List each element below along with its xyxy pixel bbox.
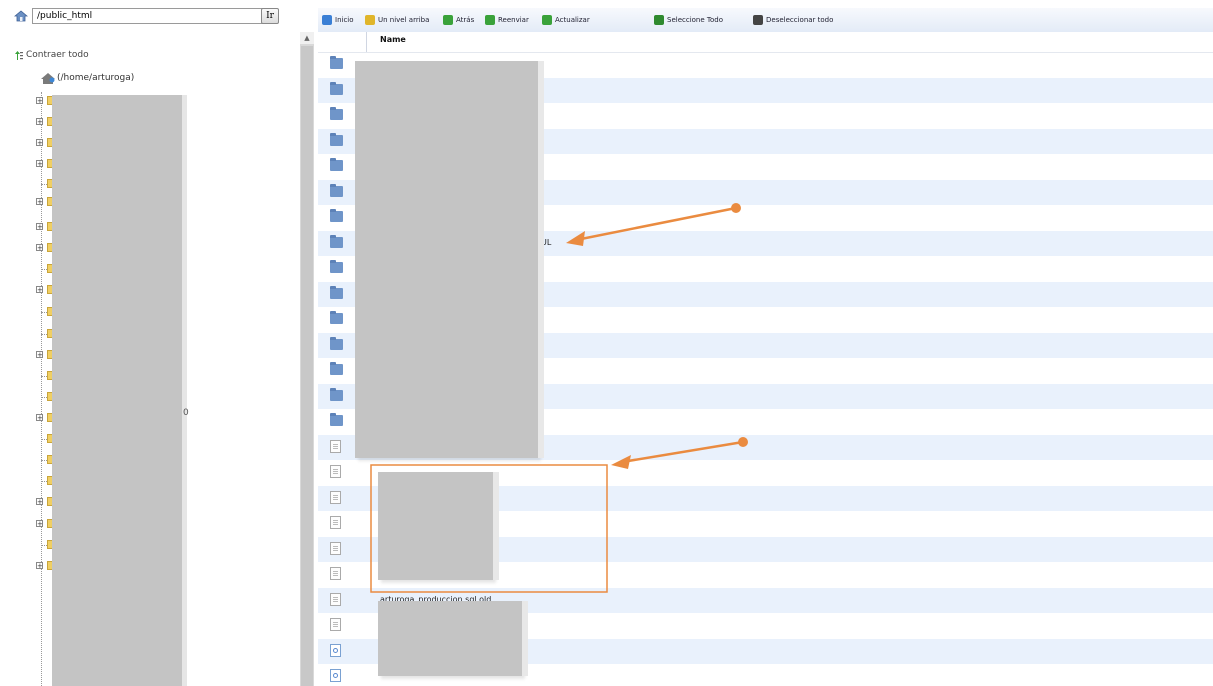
folder-icon <box>330 413 343 426</box>
collapse-all-label: Contraer todo <box>26 50 89 60</box>
folder-icon <box>330 362 343 375</box>
scrollbar-thumb[interactable] <box>301 46 313 686</box>
redacted-file-names-lower <box>378 601 528 676</box>
redacted-folder-names <box>355 61 544 458</box>
up-one-level-label: Un nivel arriba <box>378 16 430 24</box>
folder-icon <box>330 183 343 197</box>
select-all-label: Seleccione Todo <box>667 16 723 24</box>
column-separator <box>366 32 367 52</box>
tree-stray-text: 0 <box>183 408 189 418</box>
file-icon <box>330 592 341 606</box>
folder-icon <box>330 311 343 324</box>
file-list-header: Name <box>318 32 1213 53</box>
folder-icon <box>330 285 343 299</box>
folder-icon <box>330 336 343 350</box>
expand-toggle-icon[interactable]: + <box>36 562 43 570</box>
home-button[interactable]: Inicio <box>322 14 354 26</box>
expand-toggle-icon[interactable]: + <box>36 351 43 359</box>
select-all-button[interactable]: Seleccione Todo <box>654 14 723 26</box>
tree-root-label: (/home/arturoga) <box>57 73 135 83</box>
forward-label: Reenviar <box>498 16 529 24</box>
expand-toggle-icon[interactable]: + <box>36 244 43 252</box>
file-icon <box>330 439 341 453</box>
expand-toggle-icon[interactable]: + <box>36 520 43 528</box>
home-icon[interactable] <box>14 10 28 22</box>
file-toolbar: Inicio Un nivel arriba Atrás Reenviar Ac… <box>318 8 1213 32</box>
file-icon <box>330 618 341 631</box>
scroll-up-arrow-icon[interactable]: ▲ <box>300 32 314 44</box>
uncheck-all-icon <box>753 15 763 25</box>
web-file-icon <box>330 643 341 657</box>
file-list-panel: Name UL arturoga_produccion.sql.old <box>318 32 1213 686</box>
folder-icon <box>330 260 343 273</box>
folder-icon <box>330 81 343 95</box>
refresh-button[interactable]: Actualizar <box>542 14 590 26</box>
expand-toggle-icon[interactable]: + <box>36 498 43 506</box>
folder-icon <box>330 234 343 248</box>
refresh-label: Actualizar <box>555 16 590 24</box>
file-icon <box>330 516 341 529</box>
name-column-header[interactable]: Name <box>380 35 406 44</box>
directory-tree-panel: /public_html Ir Contraer todo (/home/art… <box>0 0 300 686</box>
home-icon <box>322 15 332 25</box>
back-label: Atrás <box>456 16 475 24</box>
redacted-file-names <box>378 472 499 580</box>
home-label: Inicio <box>335 16 354 24</box>
path-input[interactable]: /public_html <box>32 8 268 24</box>
redacted-tree-labels <box>52 95 187 686</box>
up-one-level-button[interactable]: Un nivel arriba <box>365 14 429 26</box>
expand-toggle-icon[interactable]: + <box>36 286 43 294</box>
home-folder-icon <box>40 72 55 84</box>
expand-toggle-icon[interactable]: + <box>36 97 43 105</box>
forward-button[interactable]: Reenviar <box>485 14 529 26</box>
expand-toggle-icon[interactable]: + <box>36 160 43 168</box>
expand-toggle-icon[interactable]: + <box>36 223 43 231</box>
go-button[interactable]: Ir <box>261 8 279 24</box>
file-icon <box>330 490 341 504</box>
expand-toggle-icon[interactable]: + <box>36 414 43 422</box>
web-file-icon <box>330 669 341 682</box>
folder-up-icon <box>365 15 375 25</box>
file-icon <box>330 541 341 555</box>
folder-icon <box>330 387 343 401</box>
folder-icon <box>330 107 343 120</box>
folder-icon <box>330 56 343 69</box>
file-icon <box>330 567 341 580</box>
collapse-tree-icon <box>14 50 24 64</box>
folder-icon <box>330 158 343 171</box>
check-all-icon <box>654 15 664 25</box>
arrow-left-icon <box>443 15 453 25</box>
deselect-all-button[interactable]: Deseleccionar todo <box>753 14 833 26</box>
file-icon <box>330 465 341 478</box>
deselect-all-label: Deseleccionar todo <box>766 16 834 24</box>
back-button[interactable]: Atrás <box>443 14 474 26</box>
folder-icon <box>330 209 343 222</box>
folder-icon <box>330 132 343 146</box>
arrow-right-icon <box>485 15 495 25</box>
expand-toggle-icon[interactable]: + <box>36 139 43 147</box>
tree-scrollbar[interactable]: ▲ <box>300 32 314 686</box>
refresh-icon <box>542 15 552 25</box>
expand-toggle-icon[interactable]: + <box>36 198 43 206</box>
expand-toggle-icon[interactable]: + <box>36 118 43 126</box>
